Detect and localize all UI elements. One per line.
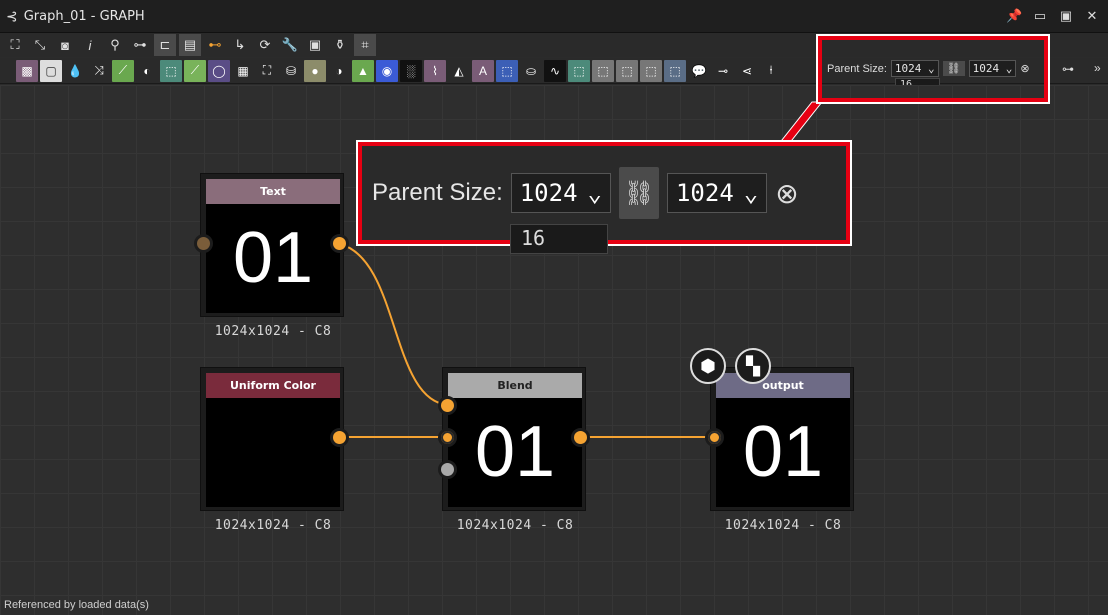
- text-node[interactable]: Text 01 1024x1024 - C8: [200, 173, 344, 339]
- node-preview: 01: [716, 398, 850, 507]
- node-size-label: 1024x1024 - C8: [214, 518, 332, 533]
- node-preview: [206, 398, 340, 507]
- 2d-view-icon[interactable]: ▚: [735, 348, 771, 384]
- chevron-down-icon: ⌄: [743, 179, 759, 207]
- blend-foreground-port[interactable]: [438, 396, 457, 415]
- 3d-view-icon[interactable]: ⬢: [690, 348, 726, 384]
- callout-connector: [776, 101, 824, 146]
- status-text: Referenced by loaded data(s): [4, 599, 149, 611]
- chevron-down-icon: ⌄: [587, 179, 602, 207]
- uniform-output-port[interactable]: [330, 428, 349, 447]
- link-text-to-blend: [339, 243, 449, 406]
- link-icon-zoom[interactable]: ⛓: [618, 167, 659, 219]
- blend-node[interactable]: Blend 01 1024x1024 - C8: [442, 367, 586, 533]
- node-size-label: 1024x1024 - C8: [456, 518, 574, 533]
- text-output-port[interactable]: [330, 234, 349, 253]
- reset-icon-zoom[interactable]: ⊗: [775, 177, 798, 210]
- output-node[interactable]: output 01 1024x1024 - C8: [710, 367, 854, 533]
- blend-background-port[interactable]: [438, 428, 457, 447]
- highlight-box-small: [818, 36, 1048, 102]
- output-input-port[interactable]: [705, 428, 724, 447]
- node-preview: 01: [206, 204, 340, 313]
- parent-size-label-zoom: Parent Size:: [372, 179, 503, 206]
- zoom-dropdown-fragment: 16: [510, 224, 608, 254]
- node-preview: 01: [448, 398, 582, 507]
- parent-size-width-select-zoom[interactable]: 1024 ⌄: [510, 173, 611, 213]
- node-title: Blend: [448, 373, 582, 398]
- node-size-label: 1024x1024 - C8: [724, 518, 842, 533]
- uniform-color-node[interactable]: Uniform Color 1024x1024 - C8: [200, 367, 344, 533]
- node-title: Text: [206, 179, 340, 204]
- text-input-port[interactable]: [194, 234, 213, 253]
- node-title: output: [716, 373, 850, 398]
- parent-size-height-select-zoom[interactable]: 1024 ⌄: [666, 173, 768, 213]
- blend-opacity-port[interactable]: [438, 460, 457, 479]
- blend-output-port[interactable]: [571, 428, 590, 447]
- node-size-label: 1024x1024 - C8: [214, 324, 332, 339]
- node-title: Uniform Color: [206, 373, 340, 398]
